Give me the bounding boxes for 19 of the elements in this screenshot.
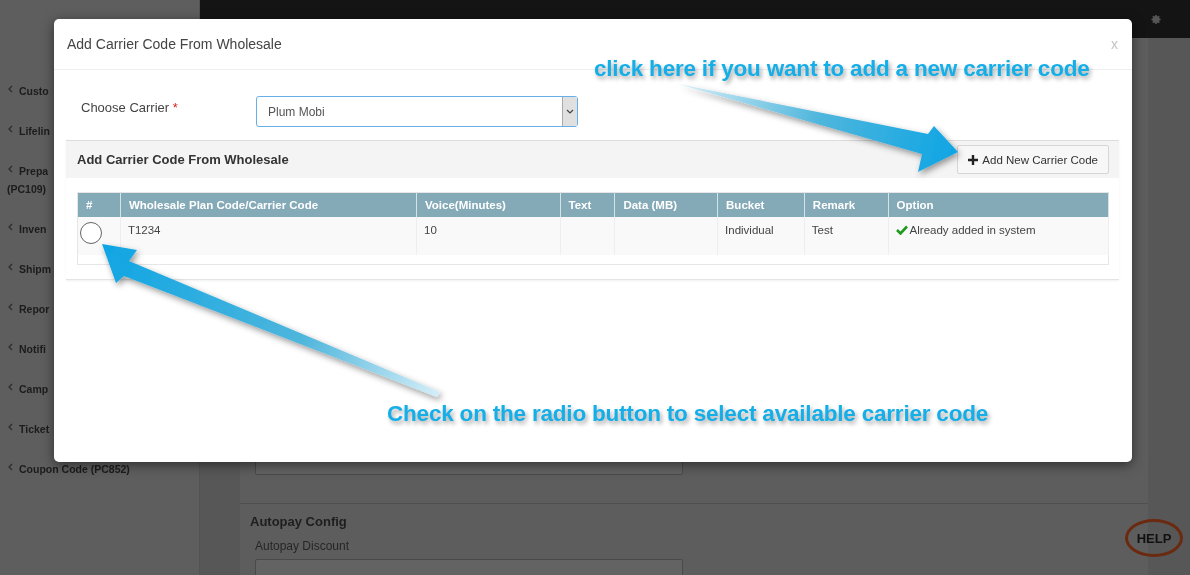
column-header: # (77, 192, 121, 217)
column-header: Remark (804, 192, 889, 217)
field-label: Choose Carrier * (81, 99, 179, 115)
column-header: Data (MB) (614, 192, 718, 217)
table-cell: Test (811, 224, 833, 236)
column-header: Text (560, 192, 615, 217)
table-cell: Already added in system (909, 224, 1036, 236)
annotation-text: click here if you want to add a new carrier code (594, 56, 1090, 82)
table-cell: T1234 (127, 224, 161, 236)
panel-title: Add Carrier Code From Wholesale (77, 152, 289, 167)
column-header: Voice(Minutes) (416, 192, 561, 217)
modal-title: Add Carrier Code From Wholesale (67, 36, 282, 52)
column-header: Bucket (717, 192, 805, 217)
annotation-text: Check on the radio button to select available carrier code (387, 401, 989, 427)
table-cell: Individual (725, 224, 774, 236)
column-header: Option (888, 192, 1109, 217)
table-cell: 10 (424, 224, 437, 236)
column-header: Wholesale Plan Code/Carrier Code (120, 192, 417, 217)
section-title: Autopay Config (250, 514, 348, 529)
